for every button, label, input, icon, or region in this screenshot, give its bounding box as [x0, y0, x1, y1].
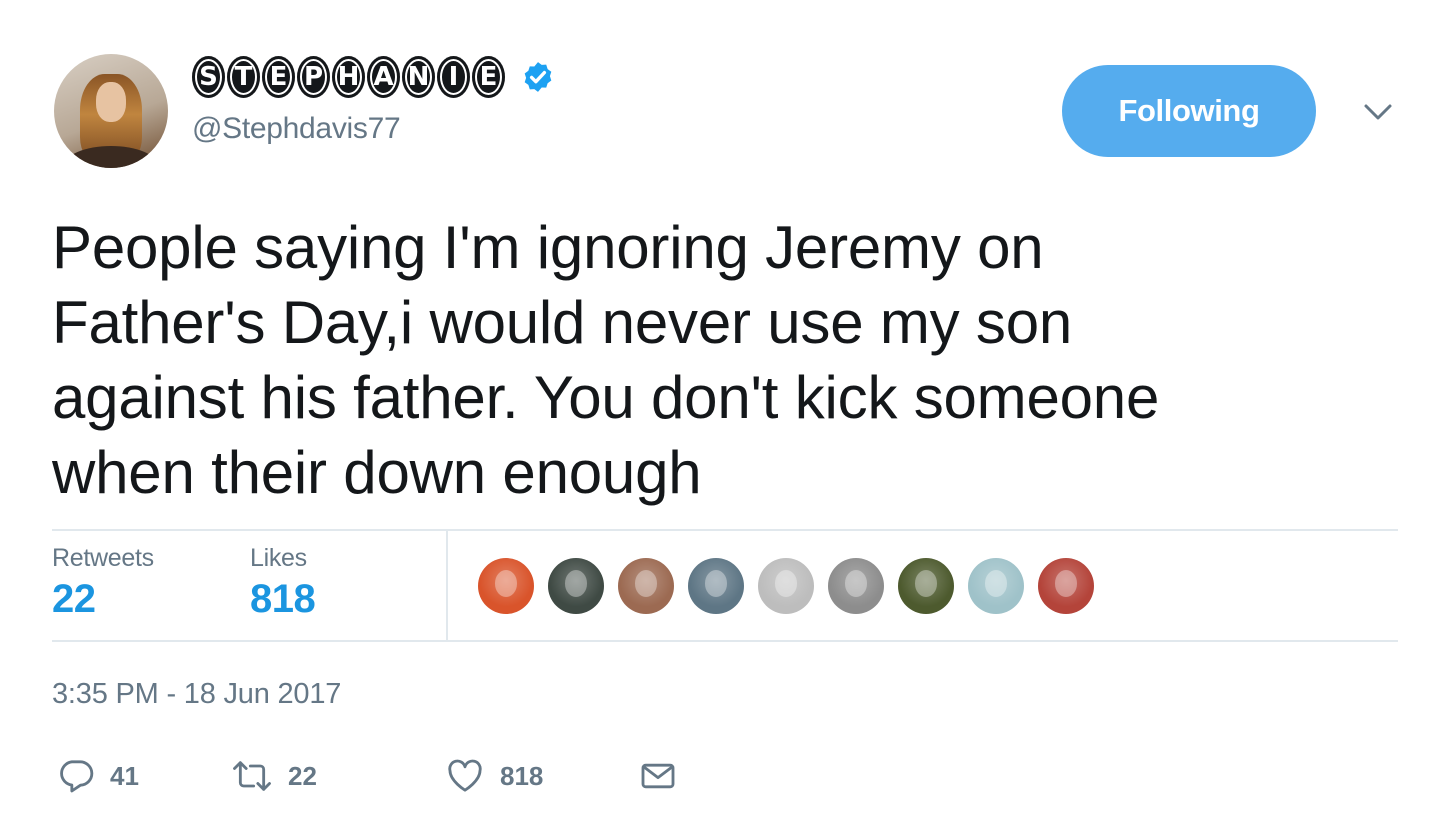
- stats-divider-top: [52, 529, 1398, 531]
- liker-avatar[interactable]: [618, 558, 674, 614]
- following-button[interactable]: Following: [1062, 65, 1316, 157]
- chevron-down-icon[interactable]: [1362, 100, 1394, 124]
- liker-avatar[interactable]: [548, 558, 604, 614]
- verified-badge-icon: [524, 62, 552, 92]
- tweet-card: S T E P H A N I E @Stephdavis77 Followin…: [0, 0, 1440, 839]
- liker-avatar[interactable]: [898, 558, 954, 614]
- display-name-letter: A: [367, 56, 400, 98]
- like-button[interactable]: 818: [444, 756, 543, 796]
- likes-count: 818: [250, 577, 316, 621]
- stats-divider-bottom: [52, 640, 1398, 642]
- envelope-icon: [641, 763, 675, 789]
- like-count: 818: [500, 760, 544, 791]
- tweet-timestamp[interactable]: 3:35 PM - 18 Jun 2017: [52, 678, 341, 711]
- retweet-count: 22: [288, 760, 317, 791]
- likes-stat[interactable]: Likes 818: [250, 544, 316, 622]
- liker-avatar[interactable]: [758, 558, 814, 614]
- display-name-letter: P: [297, 56, 330, 98]
- liker-avatar[interactable]: [688, 558, 744, 614]
- retweet-icon: [233, 761, 271, 791]
- direct-message-button[interactable]: [638, 756, 678, 796]
- retweets-count: 22: [52, 577, 96, 621]
- avatar-shoulder: [64, 146, 158, 168]
- liker-avatar[interactable]: [478, 558, 534, 614]
- reply-count: 41: [110, 760, 139, 791]
- display-name-letter: S: [192, 56, 225, 98]
- retweets-stat[interactable]: Retweets 22: [52, 544, 154, 622]
- display-name-letter: E: [262, 56, 295, 98]
- user-handle[interactable]: @Stephdavis77: [192, 112, 401, 146]
- reply-icon: [60, 760, 94, 793]
- heart-icon: [448, 759, 482, 792]
- retweets-label: Retweets: [52, 544, 154, 572]
- tweet-text-line: against his father. You don't kick someo…: [52, 364, 1160, 431]
- tweet-text-line: People saying I'm ignoring Jeremy on: [52, 214, 1044, 281]
- avatar[interactable]: [54, 54, 168, 168]
- liker-avatar[interactable]: [828, 558, 884, 614]
- likes-label: Likes: [250, 544, 307, 572]
- tweet-text-line: Father's Day,i would never use my son: [52, 289, 1073, 356]
- stats-divider-vertical: [446, 531, 448, 640]
- liker-avatars: [478, 558, 1094, 614]
- display-name[interactable]: S T E P H A N I E: [192, 56, 555, 98]
- liker-avatar[interactable]: [968, 558, 1024, 614]
- tweet-text: People saying I'm ignoring Jeremy on Fat…: [52, 210, 1382, 510]
- retweet-button[interactable]: 22: [230, 756, 317, 796]
- display-name-letter: T: [227, 56, 260, 98]
- display-name-letter: E: [472, 56, 505, 98]
- liker-avatar[interactable]: [1038, 558, 1094, 614]
- display-name-letter: H: [332, 56, 365, 98]
- reply-button[interactable]: 41: [56, 756, 139, 796]
- display-name-letter: I: [437, 56, 470, 98]
- avatar-face: [96, 82, 126, 122]
- display-name-letter: N: [402, 56, 435, 98]
- tweet-text-line: when their down enough: [52, 439, 702, 506]
